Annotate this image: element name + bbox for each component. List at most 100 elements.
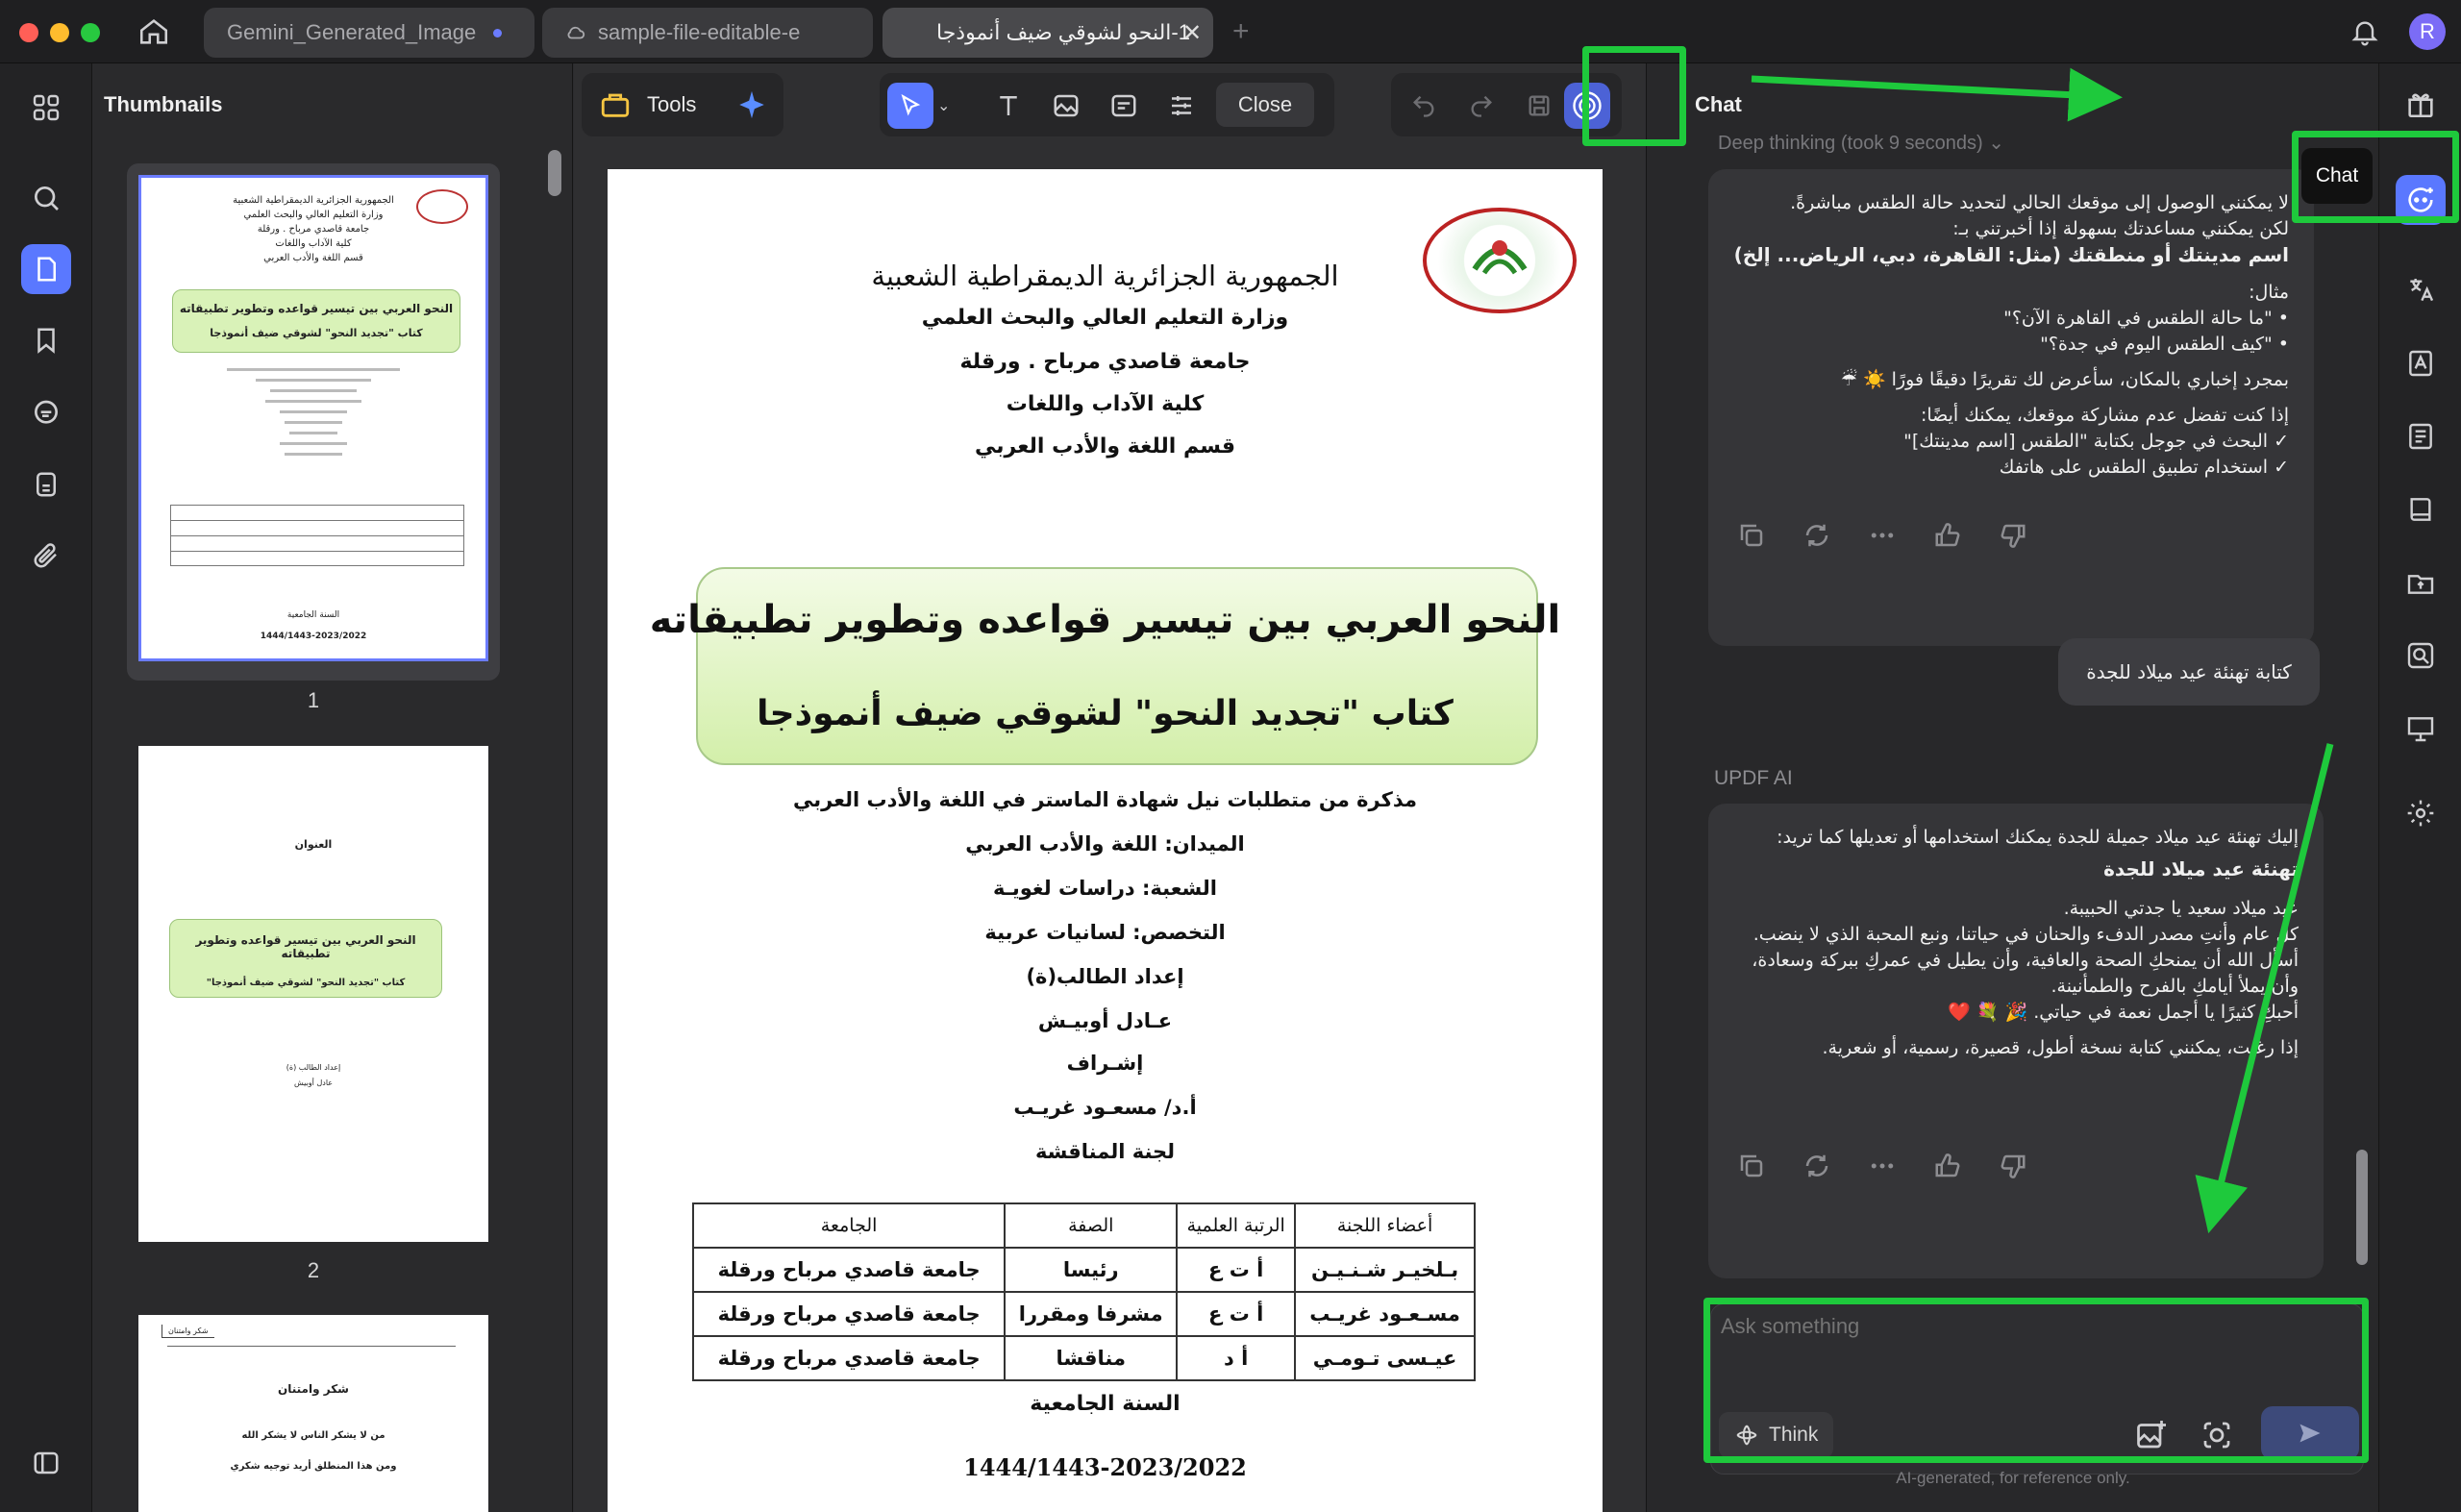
more-icon[interactable] bbox=[1866, 519, 1899, 552]
message-line: ✓ استخدام تطبيق الطقس على هاتفك bbox=[1999, 457, 2289, 478]
image-tool-icon[interactable] bbox=[1043, 83, 1089, 129]
thumb-details bbox=[141, 364, 485, 456]
table-header: أعضاء اللجنة bbox=[1294, 1202, 1476, 1249]
table-cell: رئيسا bbox=[1004, 1247, 1179, 1293]
select-tool-icon[interactable] bbox=[887, 83, 933, 129]
thumbnails-icon[interactable] bbox=[21, 244, 71, 294]
user-message: كتابة تهنئة عيد ميلاد للجدة bbox=[2058, 638, 2320, 706]
thumb-rule bbox=[167, 1346, 456, 1347]
table-cell: أ ت ع bbox=[1176, 1247, 1297, 1293]
search-icon[interactable] bbox=[21, 173, 71, 223]
tab-active-document[interactable]: ✕ 1-النحو لشوقي ضيف أنموذجا bbox=[882, 8, 1213, 58]
close-window-button[interactable] bbox=[19, 23, 38, 42]
message-line: • "ما حالة الطقس في القاهرة الآن؟" bbox=[2003, 308, 2289, 329]
link-tool-icon[interactable] bbox=[1101, 83, 1147, 129]
specialty-line: التخصص: لسانيات عربية bbox=[984, 921, 1226, 944]
thumbs-up-icon[interactable] bbox=[1931, 1150, 1964, 1182]
message-line: إليك تهنئة عيد ميلاد جميلة للجدة يمكنك ا… bbox=[1777, 827, 2299, 848]
thumb-line: وزارة التعليم العالي والبحث العلمي bbox=[243, 210, 384, 220]
sidebar-toggle-icon[interactable] bbox=[21, 1438, 71, 1488]
committee-line: لجنة المناقشة bbox=[1034, 1140, 1176, 1163]
attachment-list-icon[interactable] bbox=[21, 459, 71, 509]
copy-icon[interactable] bbox=[1735, 519, 1768, 552]
table-row: بـلخيـر شـنـيـن أ ت ع رئيسا جامعة قاصدي … bbox=[691, 1247, 1476, 1293]
regenerate-icon[interactable] bbox=[1801, 1150, 1833, 1182]
book-icon[interactable] bbox=[2396, 484, 2446, 534]
close-edit-button[interactable]: Close bbox=[1216, 83, 1314, 127]
thumb-box-title: النحو العربي بين تيسير قواعده وتطوير تطب… bbox=[195, 933, 416, 960]
message-line: مثال: bbox=[2249, 282, 2289, 303]
annotation-box-ai-button bbox=[1582, 46, 1686, 146]
thumbnail-page-3[interactable]: شكر وامتنان شكر وامتنان من لا يشكر الناس… bbox=[138, 1315, 488, 1512]
message-line: إذا رغبت، يمكنني كتابة نسخة أطول، قصيرة،… bbox=[1822, 1037, 2299, 1058]
tab-label: sample-file-editable-e bbox=[598, 20, 801, 44]
comment-icon[interactable] bbox=[21, 388, 71, 438]
table-header: الرتبة العلمية bbox=[1176, 1202, 1297, 1249]
thumb-line: الجمهورية الجزائرية الديمقراطية الشعبية bbox=[233, 195, 394, 206]
new-tab-button[interactable]: + bbox=[1232, 15, 1250, 48]
bookmark-icon[interactable] bbox=[21, 315, 71, 365]
thumb-year-label: السنة الجامعية bbox=[286, 610, 340, 620]
table-cell: جامعة قاصدي مرباح ورقلة bbox=[691, 1335, 1007, 1381]
tools-group: Tools bbox=[582, 73, 783, 136]
table-cell: أ د bbox=[1176, 1335, 1297, 1381]
message-actions bbox=[1735, 519, 2029, 552]
table-cell: مناقشا bbox=[1004, 1335, 1179, 1381]
copy-icon[interactable] bbox=[1735, 1150, 1768, 1182]
message-line: أسأل الله أن يمنحكِ الصحة والعافية، وأن … bbox=[1752, 950, 2299, 997]
folder-export-icon[interactable] bbox=[2396, 558, 2446, 607]
tab-sample-file[interactable]: sample-file-editable-e bbox=[542, 8, 873, 58]
thumbs-down-icon[interactable] bbox=[1997, 1150, 2029, 1182]
thumb-year: 1444/1443-2023/2022 bbox=[260, 632, 367, 641]
chat-title: Chat bbox=[1695, 92, 1742, 116]
summarize-icon[interactable] bbox=[2396, 411, 2446, 461]
deep-thinking-label[interactable]: Deep thinking (took 9 seconds) ⌄ bbox=[1718, 131, 2004, 155]
settings-gear-icon[interactable] bbox=[2396, 788, 2446, 838]
home-icon[interactable] bbox=[137, 15, 170, 48]
page-number-label: 1 bbox=[307, 688, 320, 712]
ocr-icon[interactable] bbox=[2396, 338, 2446, 388]
paperclip-icon[interactable] bbox=[21, 531, 71, 581]
thumb-title-box: النحو العربي بين تيسير قواعده وتطوير تطب… bbox=[169, 919, 442, 998]
ministry-line: وزارة التعليم العالي والبحث العلمي bbox=[921, 306, 1289, 330]
chevron-down-icon[interactable]: ⌄ bbox=[937, 96, 950, 115]
save-icon[interactable] bbox=[1516, 83, 1562, 129]
table-header-row: أعضاء اللجنة الرتبة العلمية الصفة الجامع… bbox=[691, 1202, 1476, 1249]
deep-thinking-text: Deep thinking (took 9 seconds) bbox=[1718, 133, 1983, 154]
translate-icon[interactable] bbox=[2396, 265, 2446, 315]
thumbs-down-icon[interactable] bbox=[1997, 519, 2029, 552]
minimize-window-button[interactable] bbox=[50, 23, 69, 42]
tab-gemini-image[interactable]: Gemini_Generated_Image bbox=[204, 8, 534, 58]
ai-sparkle-icon[interactable] bbox=[735, 88, 768, 121]
text-tool-icon[interactable] bbox=[985, 83, 1032, 129]
prepared-by-line: إعداد الطالب(ة) bbox=[1026, 965, 1184, 988]
thumbnail-page-1[interactable]: الجمهورية الجزائرية الديمقراطية الشعبية … bbox=[138, 175, 488, 661]
presentation-icon[interactable] bbox=[2396, 704, 2446, 754]
thumbs-up-icon[interactable] bbox=[1931, 519, 1964, 552]
form-tool-icon[interactable] bbox=[1158, 83, 1205, 129]
bell-icon[interactable] bbox=[2349, 15, 2380, 48]
maximize-window-button[interactable] bbox=[81, 23, 100, 42]
more-icon[interactable] bbox=[1866, 1150, 1899, 1182]
grid-icon[interactable] bbox=[21, 83, 71, 133]
thumb-box-sub: كتاب "تجديد النحو" لشوقي ضيف أنموذجا" bbox=[206, 978, 406, 988]
table-cell: عيـسى تـومـي bbox=[1294, 1335, 1476, 1381]
message-line: عيد ميلاد سعيد يا جدتي الحبيبة. bbox=[2063, 898, 2299, 919]
undo-icon[interactable] bbox=[1401, 83, 1447, 129]
search-document-icon[interactable] bbox=[2396, 631, 2446, 681]
tab-close-icon[interactable]: ✕ bbox=[1182, 19, 1202, 47]
thumbnails-scrollbar[interactable] bbox=[548, 150, 561, 196]
annotation-box-chat-tab bbox=[2292, 131, 2459, 223]
redo-icon[interactable] bbox=[1458, 83, 1504, 129]
annotation-box-chat-input bbox=[1703, 1298, 2369, 1463]
table-cell: بـلخيـر شـنـيـن bbox=[1294, 1247, 1476, 1293]
tools-button[interactable]: Tools bbox=[647, 92, 696, 117]
gift-icon[interactable] bbox=[2396, 79, 2446, 129]
tab-label: Gemini_Generated_Image bbox=[227, 20, 477, 44]
message-line: ✓ البحث في جوجل بكتابة "الطقس [اسم مدينت… bbox=[1903, 431, 2289, 452]
thumbnail-page-2[interactable]: العنوان النحو العربي بين تيسير قواعده وت… bbox=[138, 746, 488, 1242]
chat-scrollbar[interactable] bbox=[2356, 1150, 2368, 1265]
title-box bbox=[696, 567, 1538, 765]
avatar[interactable]: R bbox=[2409, 13, 2446, 50]
regenerate-icon[interactable] bbox=[1801, 519, 1833, 552]
